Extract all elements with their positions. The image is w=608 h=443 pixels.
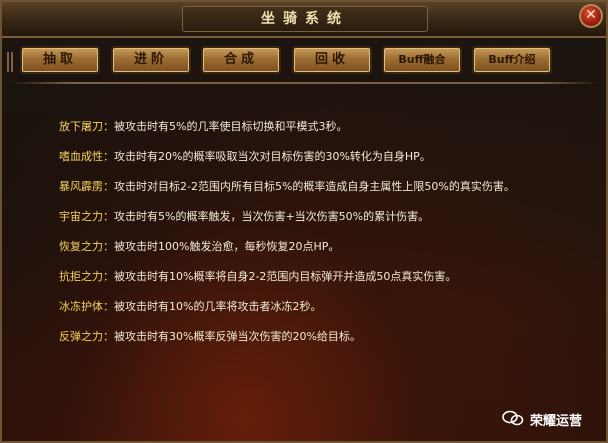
list-item: 放下屠刀：被攻击时有5%的几率使目标切换和平模式3秒。 — [59, 112, 589, 142]
buff-name: 反弹之力： — [59, 330, 114, 343]
buff-name: 冰冻护体： — [59, 300, 114, 313]
buff-description: 被攻击时有10%的几率将攻击者冰冻2秒。 — [114, 300, 322, 313]
buff-description: 被攻击时有5%的几率使目标切换和平模式3秒。 — [114, 120, 348, 133]
tab-draw[interactable]: 抽取 — [20, 46, 100, 74]
buff-name: 宇宙之力： — [59, 210, 114, 223]
list-item: 冰冻护体：被攻击时有10%的几率将攻击者冰冻2秒。 — [59, 292, 589, 322]
buff-name: 嗜血成性： — [59, 150, 114, 163]
buff-description: 被攻击时100%触发治愈，每秒恢复20点HP。 — [114, 240, 340, 253]
buff-name: 放下屠刀： — [59, 120, 114, 133]
list-item: 反弹之力：被攻击时有30%概率反弹当次伤害的20%给目标。 — [59, 322, 589, 352]
tab-buff-intro[interactable]: Buff介绍 — [472, 46, 552, 74]
list-item: 抗拒之力：被攻击时有10%概率将自身2-2范围内目标弹开并造成50点真实伤害。 — [59, 262, 589, 292]
watermark-text: 荣耀运营 — [530, 414, 583, 429]
buff-description: 攻击时有20%的概率吸取当次对目标伤害的30%转化为自身HP。 — [114, 150, 431, 163]
buff-description: 被攻击时有10%概率将自身2-2范围内目标弹开并造成50点真实伤害。 — [114, 270, 457, 283]
tab-recycle[interactable]: 回收 — [292, 46, 372, 74]
mount-system-window: 坐骑系统 ✕ 抽取 进阶 合成 回收 Buff融合 Buff介绍 放下屠刀：被攻… — [0, 0, 608, 443]
list-item: 嗜血成性：攻击时有20%的概率吸取当次对目标伤害的30%转化为自身HP。 — [59, 142, 589, 172]
buff-description: 被攻击时有30%概率反弹当次伤害的20%给目标。 — [114, 330, 361, 343]
side-ornament-icon — [7, 52, 13, 72]
title-bar[interactable]: 坐骑系统 ✕ — [2, 2, 606, 38]
list-item: 宇宙之力：攻击时有5%的概率触发，当次伤害+当次伤害50%的累计伤害。 — [59, 202, 589, 232]
window-title: 坐骑系统 — [182, 6, 428, 32]
close-button[interactable]: ✕ — [579, 4, 603, 28]
tab-buff-fusion[interactable]: Buff融合 — [382, 46, 462, 74]
list-item: 恢复之力：被攻击时100%触发治愈，每秒恢复20点HP。 — [59, 232, 589, 262]
buff-list: 放下屠刀：被攻击时有5%的几率使目标切换和平模式3秒。 嗜血成性：攻击时有20%… — [59, 112, 589, 352]
wechat-icon — [502, 410, 524, 426]
divider — [10, 82, 600, 84]
tab-advance[interactable]: 进阶 — [111, 46, 191, 74]
buff-name: 恢复之力： — [59, 240, 114, 253]
buff-description: 攻击时对目标2-2范围内所有目标5%的概率造成自身主属性上限50%的真实伤害。 — [114, 180, 515, 193]
buff-name: 抗拒之力： — [59, 270, 114, 283]
tab-synthesize[interactable]: 合成 — [201, 46, 281, 74]
buff-name: 暴风霹雳： — [59, 180, 114, 193]
list-item: 暴风霹雳：攻击时对目标2-2范围内所有目标5%的概率造成自身主属性上限50%的真… — [59, 172, 589, 202]
tab-bar: 抽取 进阶 合成 回收 Buff融合 Buff介绍 — [20, 46, 580, 76]
buff-description: 攻击时有5%的概率触发，当次伤害+当次伤害50%的累计伤害。 — [114, 210, 430, 223]
